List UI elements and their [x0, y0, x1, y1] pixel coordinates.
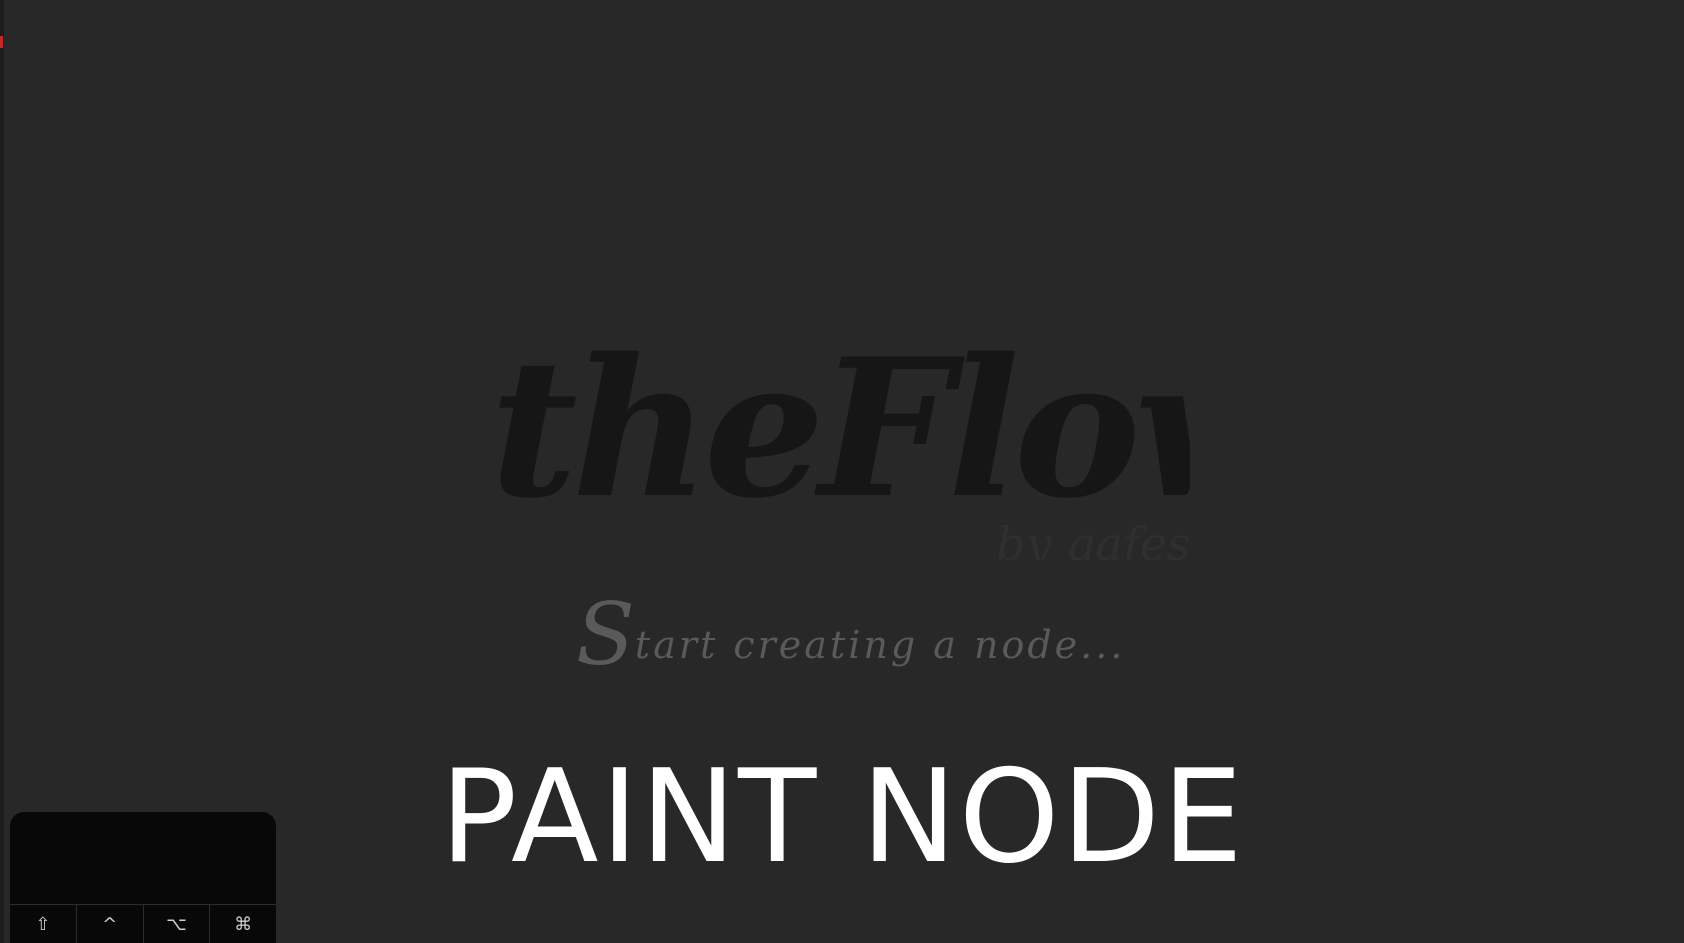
command-key[interactable]: ⌘ [210, 905, 276, 943]
current-node-label: PAINT NODE [440, 743, 1245, 892]
control-key[interactable]: ^ [77, 905, 144, 943]
command-icon: ⌘ [234, 913, 253, 935]
start-hint-initial: S [576, 585, 635, 685]
modifier-key-row: ⇧ ^ ⌥ ⌘ [10, 904, 276, 943]
left-edge-bar [0, 0, 4, 943]
edge-accent-marker [0, 36, 3, 48]
shift-icon: ⇧ [35, 913, 51, 935]
modifier-key-panel: ⇧ ^ ⌥ ⌘ [10, 812, 276, 943]
option-key[interactable]: ⌥ [144, 905, 211, 943]
control-icon: ^ [102, 913, 118, 935]
logo-title: theFlow! [490, 317, 1190, 540]
logo-graphic: theFlow! by gafes [490, 317, 1190, 560]
start-hint: Start creating a node... [576, 590, 1122, 680]
app-logo: theFlow! by gafes [490, 300, 1190, 560]
option-icon: ⌥ [166, 913, 187, 935]
shift-key[interactable]: ⇧ [10, 905, 77, 943]
start-hint-text: tart creating a node... [634, 623, 1126, 667]
logo-byline: by gafes [996, 517, 1190, 560]
canvas[interactable]: theFlow! by gafes Start creating a node.… [0, 0, 1684, 943]
